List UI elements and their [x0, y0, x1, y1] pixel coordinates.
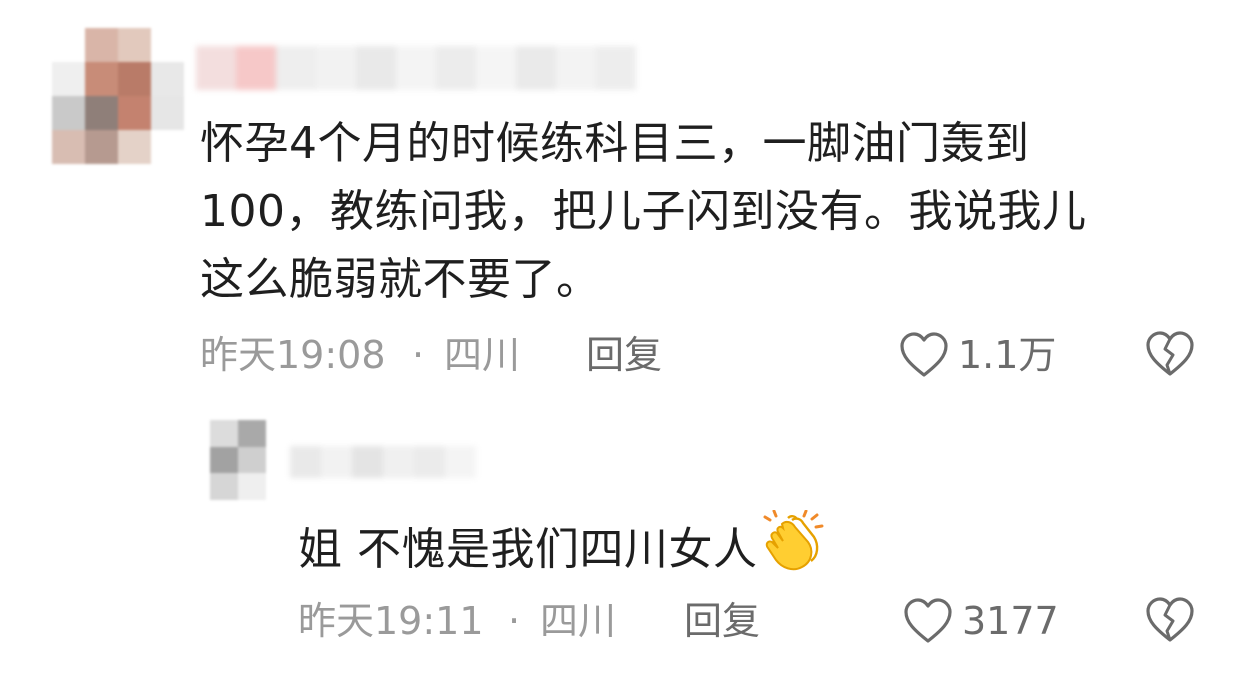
reply-button[interactable]: 回复	[586, 330, 662, 380]
meta-separator: ·	[412, 333, 425, 377]
comment-time: 昨天19:11	[298, 599, 484, 643]
like-count: 1.1万	[958, 333, 1057, 377]
comment-meta-row: 昨天19:08 · 四川 回复 1.1万	[0, 330, 1260, 380]
username[interactable]	[196, 46, 636, 90]
comment-body: 怀孕4个月的时候练科目三，一脚油门轰到 100，教练问我，把儿子闪到没有。我说我…	[200, 110, 1200, 314]
like-count: 3177	[962, 599, 1059, 643]
clapping-hands-emoji	[762, 510, 828, 572]
comment-time: 昨天19:08	[200, 333, 386, 377]
avatar[interactable]	[52, 28, 184, 164]
dislike-button[interactable]	[1144, 596, 1196, 646]
reply-button[interactable]: 回复	[684, 596, 760, 646]
broken-heart-icon	[1144, 596, 1196, 644]
comment-line: 100，教练问我，把儿子闪到没有。我说我儿	[200, 186, 1087, 237]
comment-line: 姐 不愧是我们四川女人	[298, 524, 758, 575]
comment-body: 姐 不愧是我们四川女人	[298, 510, 1198, 584]
comment-line: 怀孕4个月的时候练科目三，一脚油门轰到	[200, 118, 1030, 169]
like-button[interactable]: 1.1万	[898, 330, 1056, 380]
heart-outline-icon	[898, 331, 950, 379]
comment-location: 四川	[540, 599, 617, 643]
comment-location: 四川	[444, 333, 521, 377]
avatar[interactable]	[210, 420, 266, 500]
meta-separator: ·	[508, 599, 521, 643]
like-button[interactable]: 3177	[902, 596, 1059, 646]
heart-outline-icon	[902, 597, 954, 645]
username[interactable]	[290, 446, 476, 478]
dislike-button[interactable]	[1144, 330, 1196, 380]
broken-heart-icon	[1144, 330, 1196, 378]
comment-line: 这么脆弱就不要了。	[200, 254, 601, 305]
comment-meta-row: 昨天19:11 · 四川 回复 3177	[0, 596, 1260, 646]
